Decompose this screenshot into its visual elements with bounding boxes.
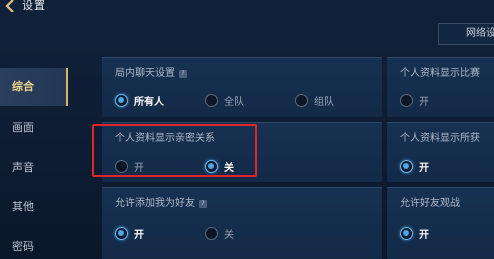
allow-add-friend-panel: 允许添加我为好友? 开 关 <box>102 187 382 259</box>
profile-obtained-panel: 个人资料显示所获 开 <box>387 122 494 182</box>
match-option-on[interactable]: 开 <box>400 93 429 108</box>
help-icon[interactable]: ? <box>199 200 207 208</box>
sidebar-item-label: 密码 <box>12 240 34 253</box>
top-bar: 设置 网络设 <box>0 0 494 48</box>
option-label: 全队 <box>224 97 244 108</box>
sidebar-item-graphics[interactable]: 画面 <box>0 109 68 147</box>
option-label: 关 <box>224 230 234 241</box>
sidebar-item-label: 画面 <box>12 121 34 134</box>
sidebar-item-general[interactable]: 综合 <box>0 68 68 106</box>
spectate-option-on[interactable]: 开 <box>400 226 429 241</box>
sidebar-item-label: 声音 <box>12 161 34 174</box>
add-friend-option-off[interactable]: 关 <box>205 226 234 241</box>
allow-spectate-title: 允许好友观战 <box>400 198 460 209</box>
panel-title: 局内聊天设置? <box>115 64 187 79</box>
sidebar-item-password[interactable]: 密码 <box>0 228 68 259</box>
profile-match-panel: 个人资料显示比赛 开 <box>387 57 494 117</box>
allow-spectate-panel: 允许好友观战 开 <box>387 187 494 259</box>
panel-title: 个人资料显示比赛 <box>400 64 480 79</box>
panel-title: 允许添加我为好友? <box>115 194 207 209</box>
obtained-option-on[interactable]: 开 <box>400 159 429 174</box>
radio-unselected-icon[interactable] <box>205 227 218 240</box>
in-game-chat-panel: 局内聊天设置? 所有人 全队 组队 <box>102 57 382 117</box>
page-title: 设置 <box>22 0 46 12</box>
sidebar-item-label: 综合 <box>12 80 34 93</box>
option-label: 开 <box>419 163 429 174</box>
back-arrow-icon[interactable] <box>4 0 18 12</box>
help-icon[interactable]: ? <box>179 70 187 78</box>
profile-obtained-title: 个人资料显示所获 <box>400 133 480 144</box>
option-label: 所有人 <box>134 97 164 108</box>
add-friend-option-on[interactable]: 开 <box>115 226 144 241</box>
panel-title: 个人资料显示所获 <box>400 129 480 144</box>
highlight-box <box>92 124 257 177</box>
sidebar-item-sound[interactable]: 声音 <box>0 149 68 187</box>
chat-option-party[interactable]: 组队 <box>295 93 334 108</box>
option-label: 组队 <box>314 97 334 108</box>
option-label: 开 <box>134 230 144 241</box>
radio-selected-icon[interactable] <box>400 160 413 173</box>
option-label: 开 <box>419 97 429 108</box>
panel-title: 允许好友观战 <box>400 194 460 209</box>
sidebar-item-label: 其他 <box>12 200 34 213</box>
allow-add-friend-title: 允许添加我为好友 <box>115 198 195 209</box>
radio-unselected-icon[interactable] <box>205 94 218 107</box>
radio-unselected-icon[interactable] <box>295 94 308 107</box>
radio-selected-icon[interactable] <box>400 227 413 240</box>
in-game-chat-title: 局内聊天设置 <box>115 68 175 79</box>
settings-sidebar: 综合 画面 声音 其他 密码 <box>0 68 68 259</box>
radio-selected-icon[interactable] <box>115 94 128 107</box>
radio-selected-icon[interactable] <box>115 227 128 240</box>
option-label: 开 <box>419 230 429 241</box>
chat-option-all[interactable]: 所有人 <box>115 93 164 108</box>
network-settings-button[interactable]: 网络设 <box>438 23 494 45</box>
profile-match-title: 个人资料显示比赛 <box>400 68 480 79</box>
chat-option-team[interactable]: 全队 <box>205 93 244 108</box>
sidebar-item-other[interactable]: 其他 <box>0 188 68 226</box>
radio-unselected-icon[interactable] <box>400 94 413 107</box>
